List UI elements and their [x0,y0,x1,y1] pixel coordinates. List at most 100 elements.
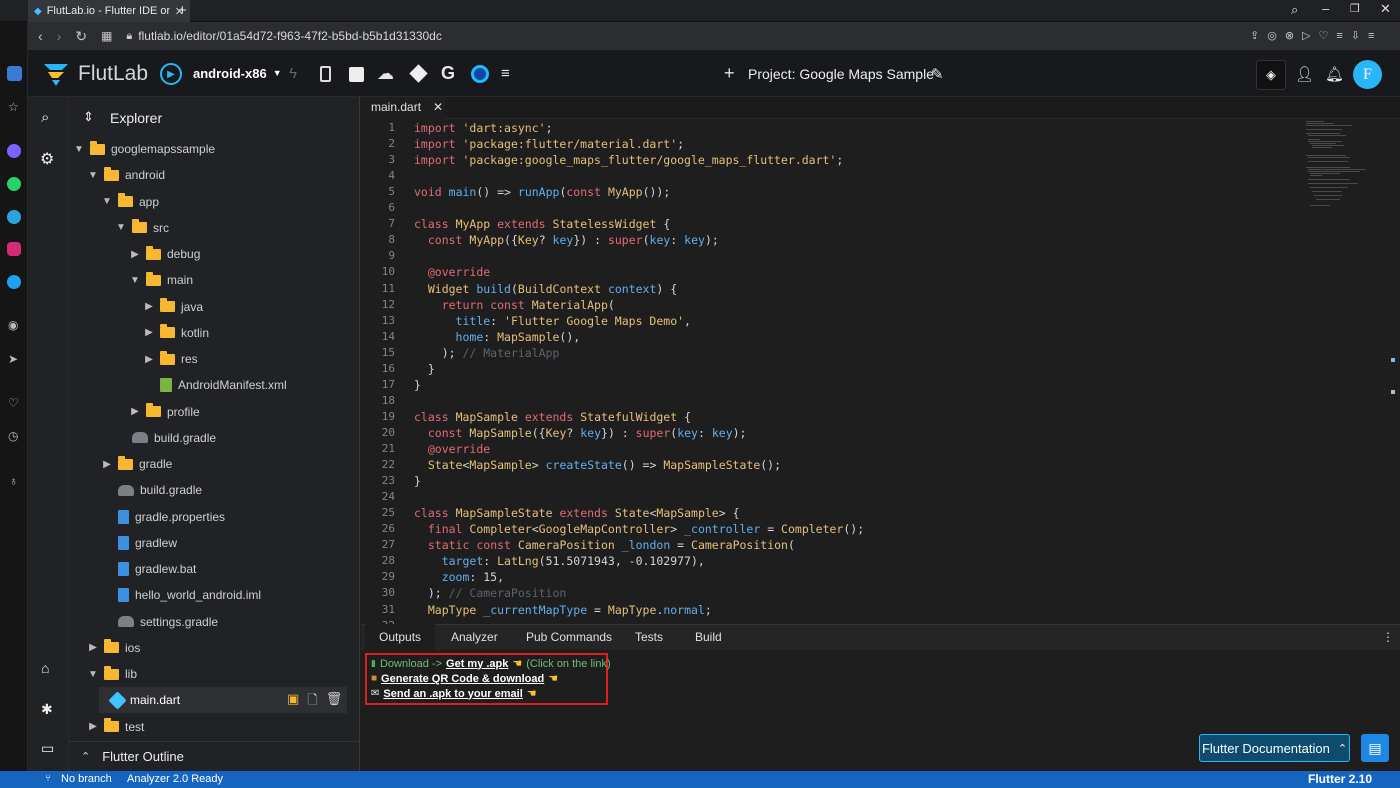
caret-down-icon[interactable]: ▼ [88,170,98,181]
code-line[interactable]: void main() => runApp(const MyApp()); [414,185,670,199]
tree-item[interactable]: ▼ src [116,215,169,241]
caret-right-icon[interactable]: ▶ [144,354,154,365]
tree-item[interactable]: ▶ java [144,294,203,320]
caret-right-icon[interactable]: ▶ [102,459,112,470]
code-editor[interactable]: 1 import 'dart:async'; 2 import 'package:fl… [361,119,1400,624]
edit-pencil-icon[interactable]: ✎ [931,65,944,83]
code-line[interactable]: } [414,378,421,392]
tree-item[interactable]: ▶ ios [88,635,140,661]
heart-icon[interactable]: ♡ [8,396,19,410]
code-line[interactable]: class MapSample extends StatefulWidget { [414,410,691,424]
code-line[interactable]: ); // CameraPosition [414,586,566,600]
editor-tab-main-dart[interactable]: main.dart ✕ [361,97,445,119]
flutter-documentation-button[interactable]: Flutter Documentation ⌃ [1199,734,1350,762]
code-line[interactable]: } [414,362,435,376]
tree-item[interactable]: gradlew.bat [102,556,196,582]
flutter-version[interactable]: Flutter 2.10 [1308,772,1372,786]
save-icon[interactable] [349,67,364,82]
hot-reload-icon[interactable]: ϟ [289,65,297,82]
panel-tab[interactable]: Tests [635,624,663,650]
code-line[interactable]: @override [414,442,490,456]
move-file-icon[interactable]: ▣ [287,691,299,713]
flutter-home-icon[interactable]: ⌂ [41,660,49,676]
new-tab-button[interactable]: + [178,2,187,19]
code-line[interactable]: class MyApp extends StatelessWidget { [414,217,670,231]
caret-right-icon[interactable]: ▶ [130,406,140,417]
speed-dial-icon[interactable]: ☆ [8,100,19,114]
back-icon[interactable]: ‹ [38,28,43,44]
tree-item[interactable]: gradle.properties [102,504,225,530]
send-icon[interactable]: ➤ [8,352,18,366]
panel-tab[interactable]: Build [695,624,722,650]
search-tabs-icon[interactable]: ⌕ [1291,2,1298,18]
close-icon[interactable]: ✕ [433,100,443,114]
add-user-icon[interactable]: 👤︎ [1295,65,1314,83]
code-line[interactable]: State<MapSample> createState() => MapSam… [414,458,781,472]
code-line[interactable]: home: MapSample(), [414,330,581,344]
tree-item[interactable]: hello_world_android.iml [102,582,261,608]
collapse-explorer-icon[interactable]: ⇕ [83,109,94,125]
tree-item[interactable]: ▼ googlemapssample [74,136,215,162]
home-icon[interactable] [7,66,22,81]
gear-icon[interactable]: ⚙ [40,149,54,169]
code-line[interactable]: ); // MaterialApp [414,346,560,360]
caret-down-icon[interactable]: ▼ [102,196,112,207]
search-icon[interactable]: ⌕ [41,109,49,126]
caret-right-icon[interactable]: ▶ [130,249,140,260]
flutlab-logo-icon[interactable] [42,60,70,88]
player-icon[interactable]: ◉ [8,318,18,332]
code-line[interactable]: import 'package:flutter/material.dart'; [414,137,684,151]
whatsapp-icon[interactable] [7,177,21,191]
instagram-icon[interactable] [7,242,21,256]
reload-icon[interactable]: ↻ [75,28,87,45]
google-icon[interactable]: G [441,63,455,84]
add-project-icon[interactable]: + [724,63,735,84]
tree-item[interactable]: AndroidManifest.xml [144,372,287,398]
caret-down-icon[interactable]: ▼ [130,275,140,286]
code-line[interactable]: const MyApp({Key? key}) : super(key: key… [414,233,719,247]
tree-item[interactable]: ▼ lib [88,661,137,687]
tree-item[interactable]: ▶ debug [130,241,200,267]
code-line[interactable]: class MapSampleState extends State<MapSa… [414,506,740,520]
tree-item[interactable]: ▶ res [144,346,198,372]
telegram-icon[interactable] [7,210,21,224]
tree-item[interactable]: settings.gradle [102,609,218,635]
generate-qr-link[interactable]: Generate QR Code & download [381,673,544,685]
code-line[interactable]: title: 'Flutter Google Maps Demo', [414,314,691,328]
flutter-logo-icon[interactable] [471,65,489,83]
caret-right-icon[interactable]: ▶ [144,301,154,312]
flutter-outline-bar[interactable]: ⌃ Flutter Outline [69,741,359,771]
url-field[interactable]: flutlab.io/editor/01a54d72-f963-47f2-b5b… [138,29,442,43]
tree-item[interactable]: build.gradle [102,477,202,503]
caret-down-icon[interactable]: ▼ [116,222,126,233]
tree-item[interactable]: gradlew [102,530,177,556]
panel-tab[interactable]: Outputs [365,624,436,650]
history-icon[interactable]: ◷ [8,429,18,443]
send-email-link[interactable]: Send an .apk to your email [383,688,522,700]
caret-right-icon[interactable]: ▶ [88,721,98,732]
layers-button[interactable]: ◈ [1256,60,1286,90]
close-window-icon[interactable]: ✕ [1380,1,1391,17]
code-line[interactable]: final Completer<GoogleMapController> _co… [414,522,864,536]
tree-item[interactable]: ▶ gradle [102,451,172,477]
caret-right-icon[interactable]: ▶ [88,642,98,653]
cloud-upload-icon[interactable]: ☁ [377,64,394,84]
code-line[interactable]: import 'package:google_maps_flutter/goog… [414,153,843,167]
tree-item[interactable]: ▶ profile [130,399,200,425]
code-line[interactable]: return const MaterialApp( [414,298,615,312]
device-selector[interactable]: android-x86 ▼ [193,66,282,81]
avatar[interactable]: F [1353,60,1382,89]
code-line[interactable]: @override [414,265,490,279]
monitor-icon[interactable]: ▭ [41,740,54,757]
maximize-icon[interactable]: ❐ [1350,2,1360,15]
code-line[interactable]: MapType _currentMapType = MapType.normal… [414,603,712,617]
chat-button[interactable]: ▤ [1361,734,1389,762]
trash-icon[interactable]: 🗑︎ [326,691,343,713]
scrollbar-marker[interactable] [1391,358,1395,362]
code-line[interactable]: import 'dart:async'; [414,121,553,135]
tree-item[interactable]: ▶ kotlin [144,320,209,346]
panel-more-icon[interactable]: ⋮ [1382,630,1394,644]
phone-icon[interactable] [320,66,331,82]
messenger-icon[interactable] [7,144,21,158]
bulb-icon[interactable]: ♁ [9,474,18,488]
